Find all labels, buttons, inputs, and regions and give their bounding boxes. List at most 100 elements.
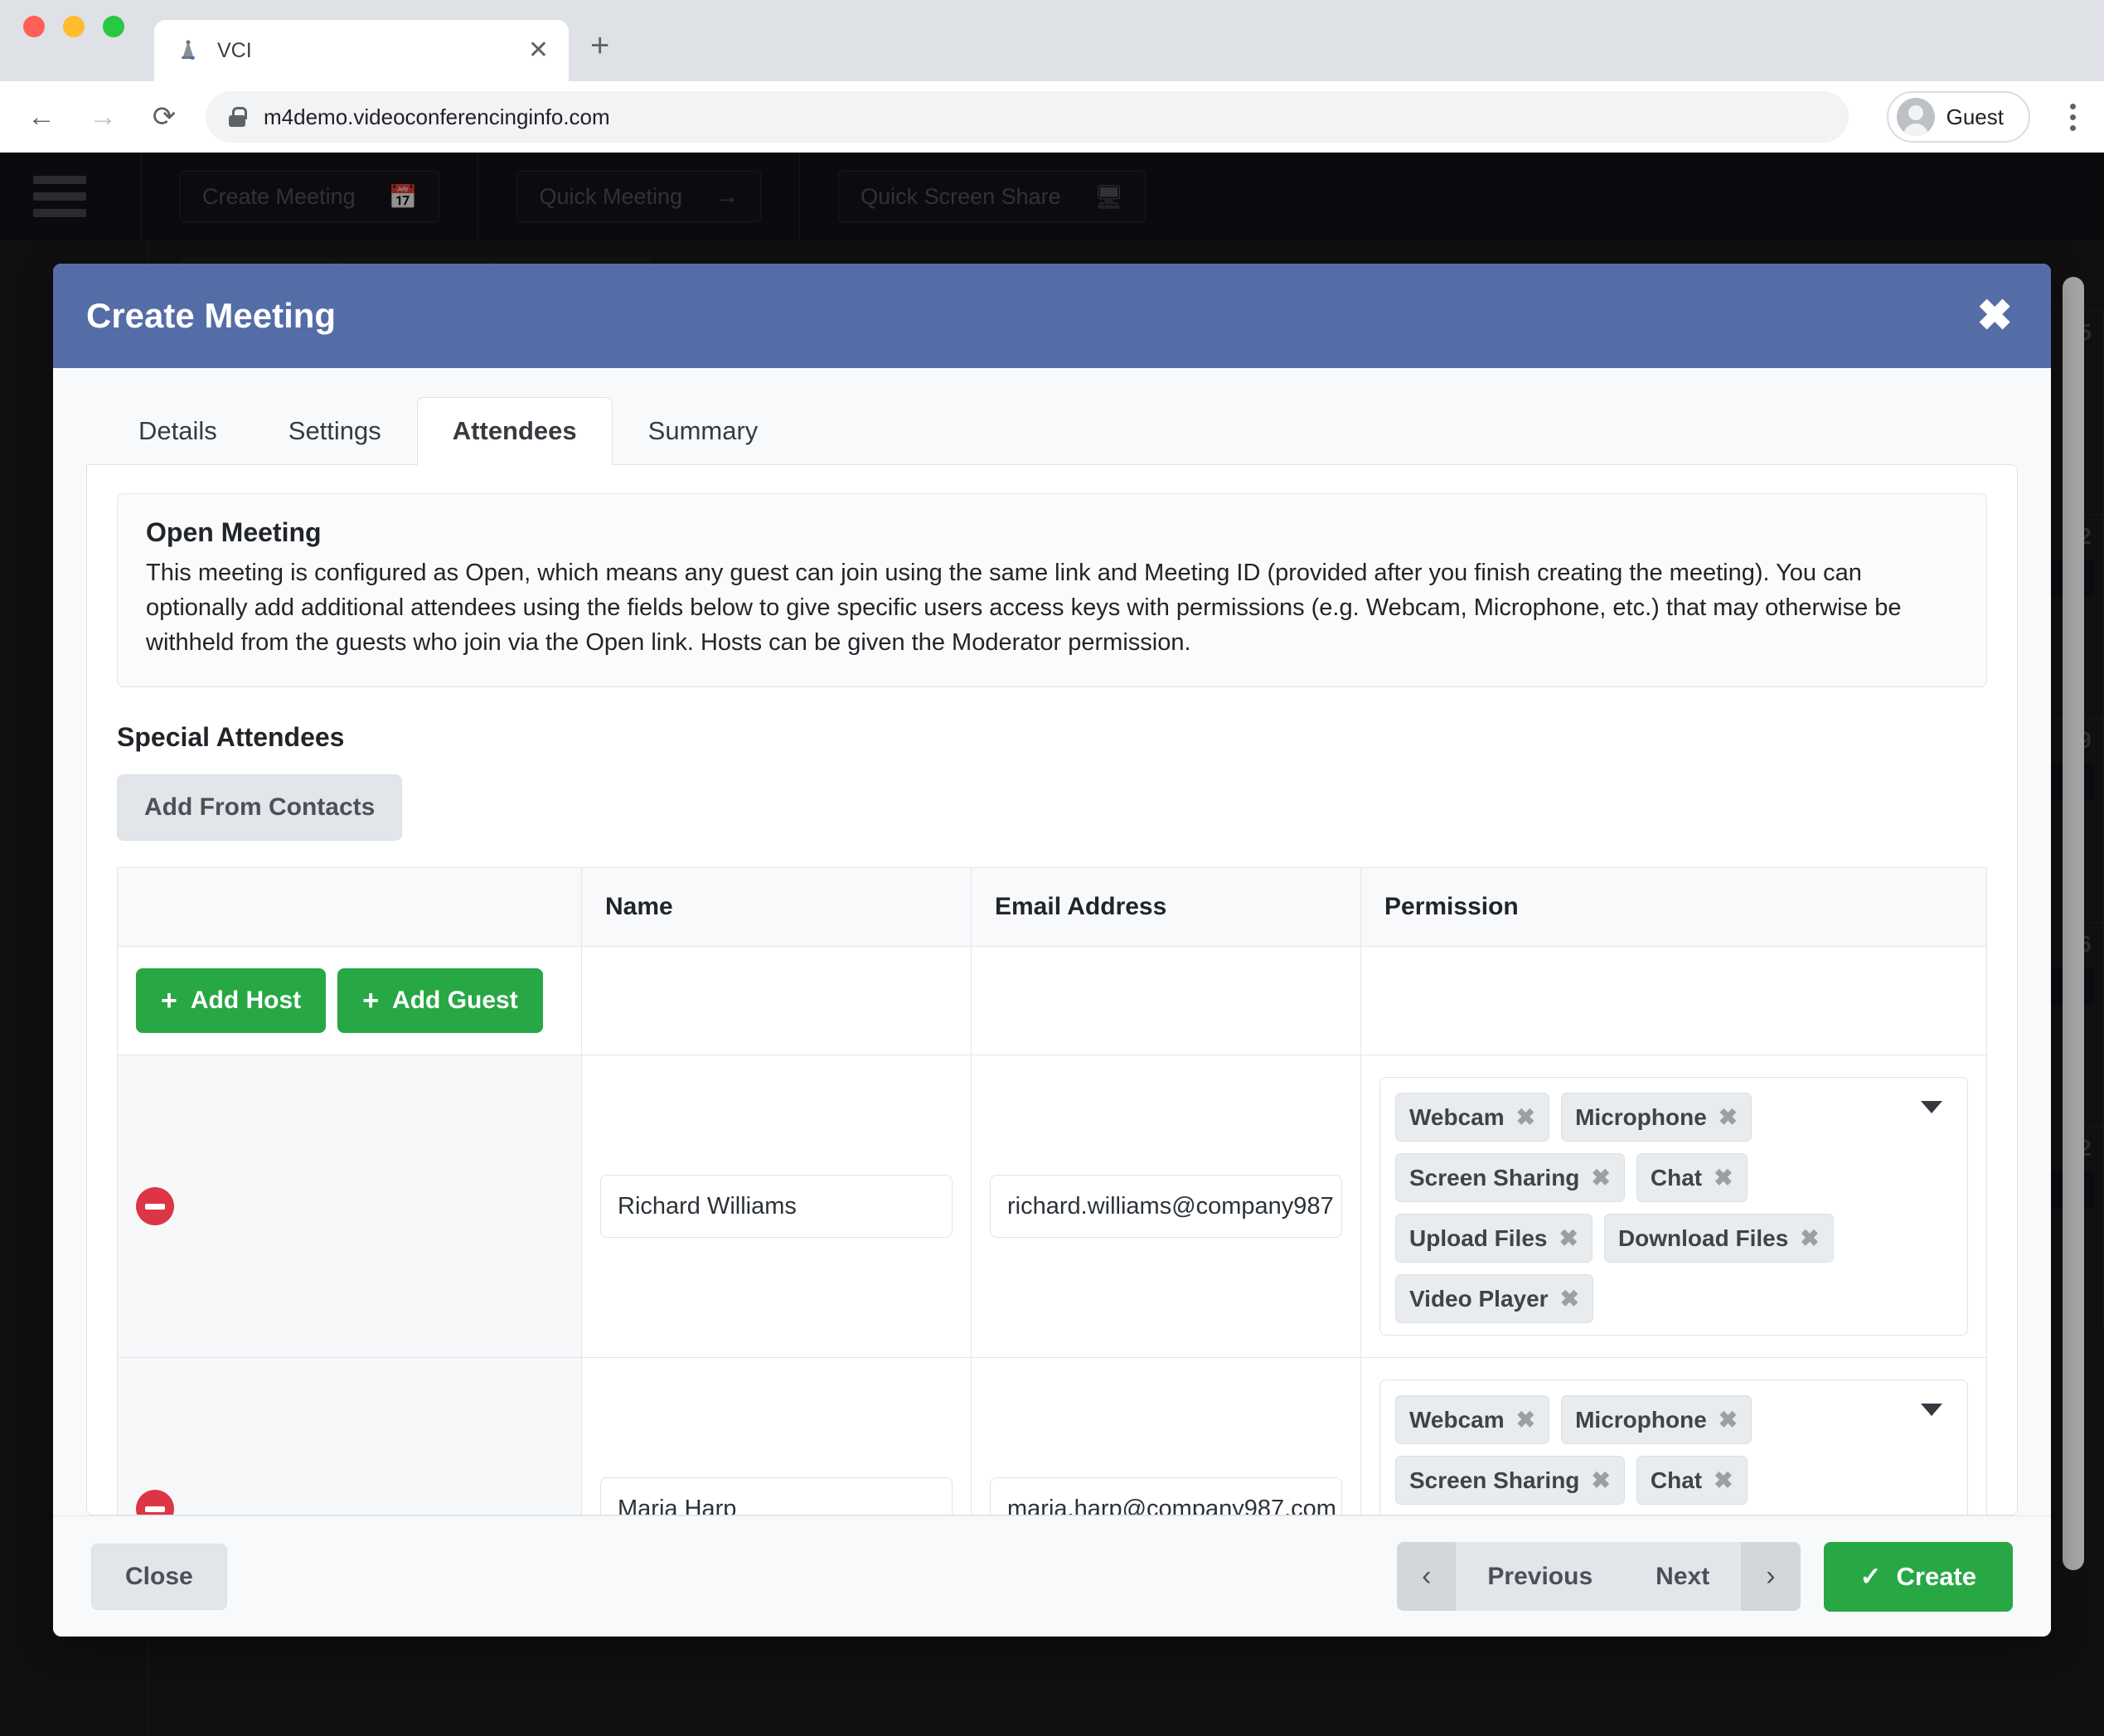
permission-tag[interactable]: Download Files ✖ xyxy=(1603,1214,1834,1263)
permission-tag-label: Webcam xyxy=(1409,1103,1505,1130)
permission-tag[interactable]: Video Player ✖ xyxy=(1395,1274,1594,1324)
attendee-name-input[interactable]: Maria Harp xyxy=(600,1477,953,1515)
permission-tag-label: Video Player xyxy=(1409,1285,1549,1312)
permission-tag-label: Download Files xyxy=(1617,1224,1789,1251)
address-bar[interactable]: m4demo.videoconferencinginfo.com xyxy=(206,91,1849,143)
tab-summary[interactable]: Summary xyxy=(613,397,794,465)
attendee-email-input[interactable]: richard.williams@company987 xyxy=(990,1175,1342,1239)
modal-tabs: Details Settings Attendees Summary xyxy=(86,396,2018,465)
permission-tag[interactable]: Microphone ✖ xyxy=(1561,1093,1753,1142)
browser-omnibar: ← → ⟳ m4demo.videoconferencinginfo.com G… xyxy=(0,81,2104,153)
browser-tab-title: VCI xyxy=(217,38,252,62)
x-icon[interactable]: ✖ xyxy=(1719,1103,1738,1131)
plus-icon: + xyxy=(362,985,380,1017)
create-button[interactable]: ✓ Create xyxy=(1823,1541,2013,1612)
x-icon[interactable]: ✖ xyxy=(1591,1467,1610,1494)
row-name-cell: Richard Williams xyxy=(581,1055,972,1359)
column-header-name: Name xyxy=(581,867,972,948)
row-actions-cell xyxy=(117,1357,582,1515)
chevron-down-icon[interactable] xyxy=(1921,1101,1942,1114)
permission-tag[interactable]: Chat ✖ xyxy=(1636,1456,1748,1506)
permission-tag[interactable]: Screen Sharing ✖ xyxy=(1395,1456,1625,1506)
permission-tag-label: Upload Files xyxy=(1409,1224,1548,1251)
permission-tag[interactable]: Webcam ✖ xyxy=(1395,1093,1550,1142)
profile-button[interactable]: Guest xyxy=(1886,91,2030,143)
attendee-name-input[interactable]: Richard Williams xyxy=(600,1175,953,1239)
open-meeting-heading: Open Meeting xyxy=(146,517,322,547)
permission-tag-label: Screen Sharing xyxy=(1409,1164,1580,1190)
permission-tag-list: Webcam ✖ Microphone ✖ Screen Sharing ✖ Chat… xyxy=(1395,1395,1952,1515)
back-icon[interactable]: ← xyxy=(22,101,61,133)
add-from-contacts-button[interactable]: Add From Contacts xyxy=(117,774,403,841)
permission-multiselect[interactable]: Webcam ✖ Microphone ✖ Screen Sharing ✖ Chat… xyxy=(1379,1380,1968,1515)
table-row: Maria Harp maria.harp@company987.com Web… xyxy=(117,1357,1987,1515)
permission-tag-label: Microphone xyxy=(1575,1103,1707,1130)
close-window-button[interactable] xyxy=(23,16,45,37)
table-row: Richard Williams richard.williams@compan… xyxy=(117,1055,1987,1359)
reload-icon[interactable]: ⟳ xyxy=(144,100,184,133)
x-icon[interactable]: ✖ xyxy=(1560,1285,1579,1312)
permission-tag-label: Webcam xyxy=(1409,1406,1505,1433)
special-attendees-title: Special Attendees xyxy=(117,722,345,753)
minimize-window-button[interactable] xyxy=(63,16,85,37)
permission-tag[interactable]: Webcam ✖ xyxy=(1395,1395,1550,1445)
add-buttons-row: + Add Host + Add Guest xyxy=(117,946,1987,1056)
minus-circle-icon[interactable] xyxy=(136,1490,174,1515)
permission-multiselect[interactable]: Webcam ✖ Microphone ✖ Screen Sharing ✖ Chat… xyxy=(1379,1077,1968,1336)
browser-tab[interactable]: VCI ✕ xyxy=(154,20,569,81)
permission-tag-label: Screen Sharing xyxy=(1409,1467,1580,1493)
x-icon[interactable]: ✖ xyxy=(1714,1467,1733,1494)
permission-tag-label: Chat xyxy=(1650,1467,1703,1493)
permission-tag[interactable]: Chat ✖ xyxy=(1636,1153,1748,1203)
tab-details[interactable]: Details xyxy=(103,397,253,465)
page-scrollbar[interactable] xyxy=(2063,277,2084,1570)
new-tab-button[interactable]: + xyxy=(590,27,609,81)
column-header-actions xyxy=(117,867,582,948)
row-permission-cell: Webcam ✖ Microphone ✖ Screen Sharing ✖ Chat… xyxy=(1360,1357,1987,1515)
minus-circle-icon[interactable] xyxy=(136,1187,174,1226)
attendee-email-input[interactable]: maria.harp@company987.com xyxy=(990,1477,1342,1515)
permission-tag[interactable]: Screen Sharing ✖ xyxy=(1395,1153,1625,1203)
previous-button[interactable]: Previous xyxy=(1456,1542,1625,1611)
row-actions-cell xyxy=(117,1055,582,1359)
close-icon[interactable]: ✕ xyxy=(528,38,549,63)
x-icon[interactable]: ✖ xyxy=(1591,1164,1610,1191)
plus-icon: + xyxy=(161,985,177,1017)
x-icon[interactable]: ✖ xyxy=(1800,1224,1819,1252)
tab-settings[interactable]: Settings xyxy=(253,397,417,465)
browser-tabstrip: VCI ✕ + xyxy=(0,0,2104,81)
maximize-window-button[interactable] xyxy=(103,16,124,37)
vci-favicon-icon xyxy=(174,36,202,65)
page-title: Create Meeting xyxy=(86,296,337,335)
permission-tag[interactable]: Microphone ✖ xyxy=(1561,1395,1753,1445)
next-button[interactable]: Next xyxy=(1624,1542,1742,1611)
x-icon[interactable]: ✖ xyxy=(1559,1224,1578,1252)
x-icon[interactable]: ✖ xyxy=(1714,1164,1733,1191)
permission-tag[interactable]: Upload Files ✖ xyxy=(1395,1214,1593,1263)
chevron-right-icon[interactable]: › xyxy=(1741,1542,1801,1611)
add-guest-label: Add Guest xyxy=(392,987,518,1015)
permission-tag-label: Chat xyxy=(1650,1164,1703,1190)
footer-actions: ‹ Previous Next › ✓ Create xyxy=(1397,1541,2013,1612)
close-icon[interactable]: ✖ xyxy=(1976,294,2013,337)
modal-body: Details Settings Attendees Summary Open … xyxy=(53,368,2051,1515)
chevron-down-icon[interactable] xyxy=(1921,1404,1942,1417)
wizard-pager: ‹ Previous Next › xyxy=(1397,1542,1801,1611)
check-icon: ✓ xyxy=(1859,1561,1882,1591)
x-icon[interactable]: ✖ xyxy=(1516,1103,1535,1131)
x-icon[interactable]: ✖ xyxy=(1516,1406,1535,1433)
chevron-left-icon[interactable]: ‹ xyxy=(1397,1542,1457,1611)
forward-icon[interactable]: → xyxy=(83,101,123,133)
avatar xyxy=(1896,98,1935,136)
add-host-button[interactable]: + Add Host xyxy=(136,968,327,1034)
x-icon[interactable]: ✖ xyxy=(1719,1406,1738,1433)
address-bar-url: m4demo.videoconferencinginfo.com xyxy=(264,104,610,129)
kebab-menu-icon[interactable] xyxy=(2070,103,2082,131)
modal-footer: Close ‹ Previous Next › ✓ Create xyxy=(53,1515,2051,1637)
close-button[interactable]: Close xyxy=(91,1543,227,1610)
empty-cell xyxy=(581,946,972,1056)
row-email-cell: maria.harp@company987.com xyxy=(971,1357,1361,1515)
add-guest-button[interactable]: + Add Guest xyxy=(337,968,543,1034)
row-email-cell: richard.williams@company987 xyxy=(971,1055,1361,1359)
tab-attendees[interactable]: Attendees xyxy=(416,397,613,465)
